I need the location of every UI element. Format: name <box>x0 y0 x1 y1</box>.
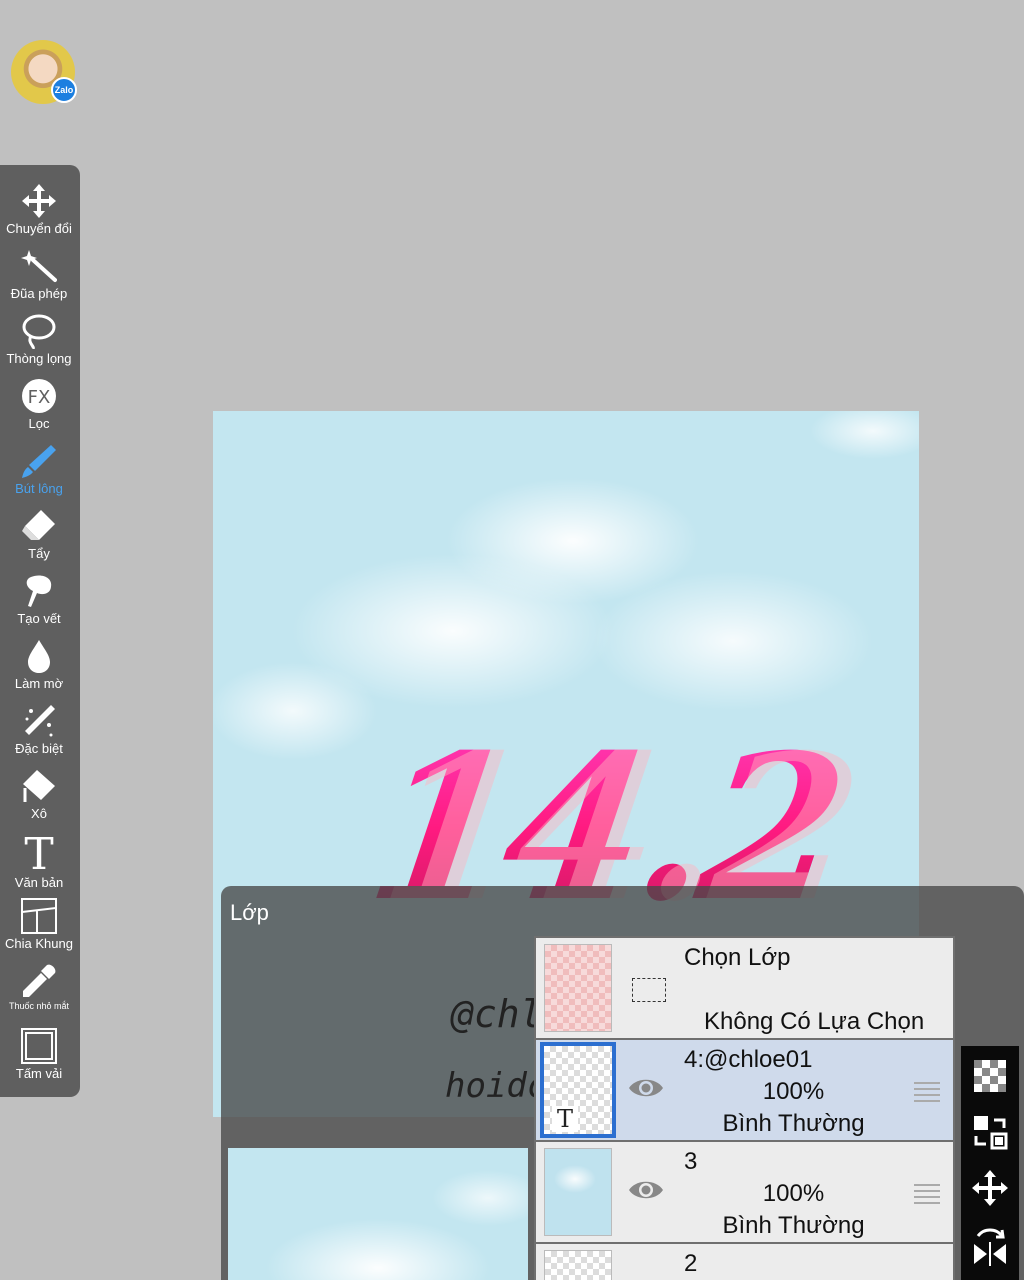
tool-label: Đũa phép <box>10 286 68 301</box>
tool-label: Tấm vải <box>15 1066 63 1081</box>
tool-label: Tạo vết <box>17 611 61 626</box>
blur-drop-icon <box>28 640 50 673</box>
layer-list: Chọn Lớp Không Có Lựa Chọn T 4:@chloe01 … <box>534 936 955 1280</box>
canvas-handle-text: @chl <box>451 992 543 1036</box>
tool-label: Bút lông <box>15 481 63 496</box>
eraser-icon <box>22 510 55 540</box>
tool-smudge[interactable]: Tạo vết <box>0 567 78 629</box>
layer-name: 3 <box>684 1148 698 1175</box>
tool-blur[interactable]: Làm mờ <box>0 632 78 694</box>
tool-bucket[interactable]: Xô <box>0 762 78 824</box>
tool-filter[interactable]: FX Lọc <box>0 372 78 434</box>
frame-divide-icon <box>21 898 57 934</box>
tool-frame-divider[interactable]: Chia Khung <box>0 892 78 954</box>
layer-blend-mode: Bình Thường <box>722 1212 865 1239</box>
svg-text:FX: FX <box>28 387 51 408</box>
tool-label: Làm mờ <box>14 676 64 691</box>
layer-thumbnail: T <box>540 1042 616 1138</box>
layer-row[interactable]: 2 <box>536 1244 953 1280</box>
special-pen-icon <box>25 705 55 737</box>
move-layer-icon[interactable] <box>970 1168 1010 1208</box>
flip-icon[interactable] <box>970 1226 1010 1266</box>
tool-label: Lọc <box>28 416 50 431</box>
canvas-icon <box>21 1028 57 1064</box>
tool-canvas[interactable]: Tấm vải <box>0 1022 78 1084</box>
tool-brush[interactable]: Bút lông <box>0 437 78 499</box>
layer-thumbnail <box>544 1250 612 1280</box>
tool-label: Chia Khung <box>5 936 73 951</box>
canvas-preview[interactable] <box>228 1148 528 1280</box>
eyedropper-icon <box>23 964 56 997</box>
svg-text:T: T <box>24 833 53 873</box>
layer-name: 2 <box>684 1250 698 1277</box>
tool-label: Thòng lọng <box>6 351 72 366</box>
layer-opacity: 100% <box>762 1180 825 1207</box>
tool-text[interactable]: T Văn bản <box>0 827 78 890</box>
layer-panel-title: Lớp <box>230 900 269 925</box>
text-icon: T <box>24 833 53 873</box>
lasso-icon <box>22 314 56 349</box>
tool-label: Xô <box>31 806 47 821</box>
move-arrows-icon <box>22 184 56 218</box>
bucket-icon <box>23 770 55 802</box>
tool-eraser[interactable]: Tẩy <box>0 502 78 564</box>
canvas-handle-text-2: hoidc <box>445 1066 548 1106</box>
eye-visibility-icon[interactable] <box>628 1176 664 1204</box>
tool-label: Đặc biệt <box>15 741 63 756</box>
brush-icon <box>22 445 56 478</box>
zalo-badge: Zalo <box>51 77 77 103</box>
selection-marquee-icon <box>632 978 666 1002</box>
tool-label: Thuốc nhỏ mắt <box>8 1001 70 1011</box>
tool-eyedropper[interactable]: Thuốc nhỏ mắt <box>0 957 78 1019</box>
layer-name: 4:@chloe01 <box>684 1046 813 1073</box>
select-layer-row[interactable]: Chọn Lớp Không Có Lựa Chọn <box>536 938 953 1038</box>
tool-magic-wand[interactable]: Đũa phép <box>0 242 78 304</box>
drag-handle-icon[interactable] <box>914 1082 940 1106</box>
swap-layer-icon[interactable] <box>970 1112 1010 1152</box>
select-layer-status: Không Có Lựa Chọn <box>704 1008 925 1035</box>
magic-wand-icon <box>21 250 57 282</box>
tool-transform[interactable]: Chuyển đổi <box>0 177 78 239</box>
fx-filter-icon: FX <box>22 379 56 413</box>
layer-blend-mode: Bình Thường <box>722 1110 865 1137</box>
layer-thumbnail <box>544 1148 612 1236</box>
text-layer-icon: T <box>552 1106 578 1132</box>
drag-handle-icon[interactable] <box>914 1184 940 1208</box>
layer-row[interactable]: T 4:@chloe01 100% Bình Thường <box>536 1040 953 1140</box>
eye-visibility-icon[interactable] <box>628 1074 664 1102</box>
tool-special[interactable]: Đặc biệt <box>0 697 78 759</box>
selection-thumbnail <box>544 944 612 1032</box>
select-layer-title: Chọn Lớp <box>684 944 791 971</box>
tool-sidebar: Chuyển đổi Đũa phép Thòng lọng FX Lọc Bú… <box>0 165 80 1097</box>
tool-label: Chuyển đổi <box>6 221 72 236</box>
tool-label: Văn bản <box>14 875 64 890</box>
smudge-icon <box>26 575 52 607</box>
layer-opacity: 100% <box>762 1078 825 1105</box>
transparency-checker-icon[interactable] <box>970 1056 1010 1096</box>
tool-label: Tẩy <box>28 546 50 561</box>
tool-lasso[interactable]: Thòng lọng <box>0 307 78 369</box>
layer-row[interactable]: 3 100% Bình Thường <box>536 1142 953 1242</box>
layer-action-bar <box>961 1046 1019 1280</box>
